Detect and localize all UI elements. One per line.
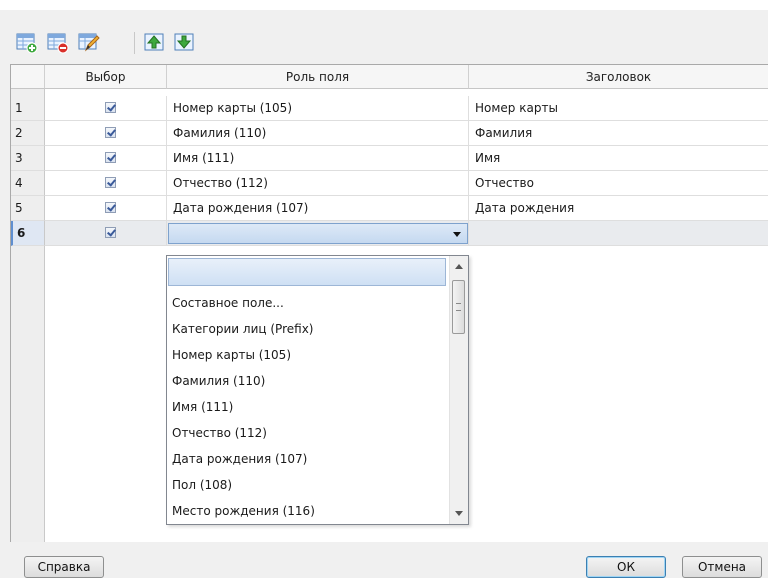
table-row[interactable]: 3 Имя (111) Имя: [11, 146, 768, 171]
row-number: 2: [11, 121, 45, 146]
dropdown-item[interactable]: Фамилия (110): [172, 368, 442, 394]
dropdown-item[interactable]: Номер карты (105): [172, 342, 442, 368]
dropdown-item[interactable]: Отчество (112): [172, 420, 442, 446]
role-cell[interactable]: Номер карты (105): [167, 96, 469, 121]
role-cell[interactable]: Фамилия (110): [167, 121, 469, 146]
corner-header: [11, 65, 45, 89]
select-checkbox[interactable]: [105, 127, 116, 138]
select-cell[interactable]: [45, 171, 167, 196]
select-checkbox[interactable]: [105, 102, 116, 113]
select-checkbox[interactable]: [105, 202, 116, 213]
table-row[interactable]: 1 Номер карты (105) Номер карты: [11, 96, 768, 121]
select-cell[interactable]: [45, 196, 167, 221]
move-up-button[interactable]: [144, 32, 166, 54]
toolbar-separator: [134, 32, 135, 54]
select-cell[interactable]: [45, 221, 167, 246]
window-top-strip: [0, 0, 768, 10]
title-cell[interactable]: Дата рождения: [469, 196, 768, 221]
select-checkbox[interactable]: [105, 227, 116, 238]
select-cell[interactable]: [45, 121, 167, 146]
column-header-role[interactable]: Роль поля: [167, 65, 469, 89]
role-cell-editing[interactable]: [167, 221, 469, 246]
dropdown-item[interactable]: Категории лиц (Prefix): [172, 316, 442, 342]
select-cell[interactable]: [45, 96, 167, 121]
row-number: 6: [11, 221, 45, 246]
add-row-button[interactable]: [16, 32, 38, 54]
title-cell[interactable]: Номер карты: [469, 96, 768, 121]
column-header-select[interactable]: Выбор: [45, 65, 167, 89]
role-cell[interactable]: Имя (111): [167, 146, 469, 171]
move-down-icon: [174, 33, 194, 51]
title-cell[interactable]: [469, 221, 768, 246]
table-row[interactable]: 2 Фамилия (110) Фамилия: [11, 121, 768, 146]
table-row-current[interactable]: 6: [11, 221, 768, 246]
role-cell[interactable]: Отчество (112): [167, 171, 469, 196]
dropdown-scrollbar[interactable]: [449, 256, 468, 524]
scrollbar-thumb[interactable]: [452, 280, 465, 334]
table-row[interactable]: 4 Отчество (112) Отчество: [11, 171, 768, 196]
role-dropdown-list[interactable]: Составное поле... Категории лиц (Prefix)…: [166, 255, 469, 525]
select-cell[interactable]: [45, 146, 167, 171]
dropdown-item-empty-selected[interactable]: [168, 258, 446, 286]
row-number: 5: [11, 196, 45, 221]
scroll-down-arrow-icon[interactable]: [455, 511, 463, 516]
edit-icon: [78, 33, 100, 52]
delete-row-button[interactable]: [47, 32, 69, 54]
dropdown-item[interactable]: Дата рождения (107): [172, 446, 442, 472]
select-checkbox[interactable]: [105, 152, 116, 163]
row-number: 3: [11, 146, 45, 171]
title-cell[interactable]: Отчество: [469, 171, 768, 196]
title-cell[interactable]: Имя: [469, 146, 768, 171]
column-header-title[interactable]: Заголовок: [469, 65, 768, 89]
role-combobox[interactable]: [168, 223, 468, 244]
chevron-down-icon[interactable]: [453, 232, 461, 237]
dropdown-item[interactable]: Имя (111): [172, 394, 442, 420]
scroll-up-arrow-icon[interactable]: [455, 264, 463, 269]
delete-row-icon: [47, 33, 69, 54]
dropdown-item[interactable]: Составное поле...: [172, 290, 442, 316]
table-row[interactable]: 5 Дата рождения (107) Дата рождения: [11, 196, 768, 221]
dropdown-item[interactable]: Место рождения (116): [172, 498, 442, 524]
move-down-button[interactable]: [174, 32, 196, 54]
title-cell[interactable]: Фамилия: [469, 121, 768, 146]
edit-button[interactable]: [78, 32, 100, 54]
select-checkbox[interactable]: [105, 177, 116, 188]
dropdown-item[interactable]: Пол (108): [172, 472, 442, 498]
role-cell[interactable]: Дата рождения (107): [167, 196, 469, 221]
toolbar: [0, 10, 768, 56]
move-up-icon: [144, 33, 164, 51]
add-row-icon: [16, 33, 38, 54]
row-number: 1: [11, 96, 45, 121]
row-number: 4: [11, 171, 45, 196]
